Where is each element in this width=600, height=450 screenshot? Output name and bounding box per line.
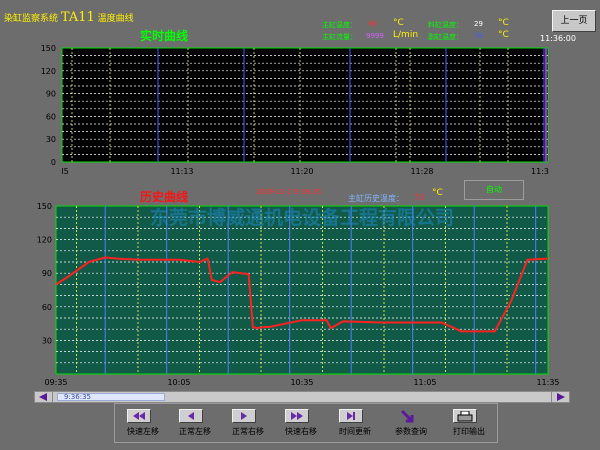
scroll-left-arrow-icon[interactable] [35,392,53,402]
printer-icon [453,409,477,423]
fast-left-button[interactable]: 快速左移 [115,406,171,440]
app-title-cn: 染缸监察系统 [4,14,59,24]
realtime-x-tick: I5 [61,167,68,176]
history-y-tick: 90 [42,269,52,278]
history-x-tick: 09:35 [44,378,67,387]
scroll-right-arrow-icon[interactable] [551,392,569,402]
param-query-label: 参数查询 [395,427,427,436]
print-output-label: 打印输出 [453,427,485,436]
main-temp-unit: °C [393,18,404,28]
realtime-plot-area [61,47,549,163]
main-flow-unit: L/min [393,30,419,40]
history-y-tick: 120 [37,236,52,245]
realtime-x-tick: 11:20 [290,167,313,176]
realtime-chart: 150 120 90 60 30 0 I5 11:13 11:20 11:28 11:3 [41,44,549,176]
main-flow-value: 9999 [366,32,384,40]
fast-forward-icon [285,409,309,423]
aux-temp-value: 78 [474,32,483,40]
scroll-thumb[interactable]: 9:36:35 [57,393,165,401]
normal-right-button[interactable]: 正常右移 [220,406,276,440]
time-update-button[interactable]: 时间更新 [327,406,383,440]
history-x-tick: 10:05 [167,378,190,387]
aux-temp-label: 副缸温度： [428,33,463,41]
history-y-tick: 60 [42,303,52,312]
history-datetime: 2009-11-2 9:36:35 [256,188,322,196]
history-x-tick: 11:05 [413,378,436,387]
main-flow-label: 主缸流量： [322,33,357,41]
realtime-y-tick: 0 [51,158,56,167]
realtime-y-tick: 150 [41,44,56,53]
material-temp-label: 料缸温度： [428,21,463,29]
step-left-icon [179,409,203,423]
app-title: 染缸监察系统 TA11 温度曲线 [4,10,134,25]
history-y-tick: 30 [42,336,52,345]
history-x-tick: 10:35 [290,378,313,387]
realtime-x-tick: 11:13 [170,167,193,176]
app-title-model: TA11 [60,10,95,25]
realtime-y-tick: 60 [46,112,56,121]
history-y-tick: 150 [37,202,52,211]
realtime-y-tick: 120 [41,67,56,76]
pointer-arrow-icon [395,409,419,423]
time-update-label: 时间更新 [339,427,371,436]
normal-left-button[interactable]: 正常左移 [167,406,223,440]
auto-button[interactable]: 自动 [464,180,524,200]
prev-page-button[interactable]: 上一页 [552,10,596,32]
print-output-button[interactable]: 打印输出 [441,406,497,440]
app-title-suffix: 温度曲线 [97,14,134,24]
scroll-thumb-label: 9:36:35 [64,393,91,401]
history-chart: 东莞市博威通机电设备工程有限公司 150 120 90 60 30 09:35 10:05… [37,202,560,387]
fast-left-label: 快速左移 [127,427,159,436]
fast-right-button[interactable]: 快速右移 [273,406,329,440]
realtime-y-tick: 30 [46,135,56,144]
material-temp-value: 29 [474,20,483,28]
material-temp-unit: °C [498,18,509,28]
param-query-button[interactable]: 参数查询 [383,406,439,440]
normal-left-label: 正常左移 [179,427,211,436]
toolbar: 快速左移 正常左移 正常右移 快速右移 时间更新 参数查询 打印输出 [114,403,498,443]
main-temp-label: 主缸温度： [322,21,357,29]
fast-rewind-icon [127,409,151,423]
history-x-tick: 11:35 [536,378,559,387]
fast-right-label: 快速右移 [285,427,317,436]
normal-right-label: 正常右移 [232,427,264,436]
aux-temp-unit: °C [498,30,509,40]
watermark-text: 东莞市博威通机电设备工程有限公司 [150,206,454,229]
realtime-y-tick: 90 [46,90,56,99]
realtime-x-tick: 11:28 [410,167,433,176]
time-scrollbar[interactable]: 9:36:35 [34,391,570,403]
history-temp-unit: °C [432,188,443,198]
main-temp-value: 98 [368,20,377,28]
skip-end-icon [339,409,363,423]
realtime-x-tick: 11:3 [531,167,549,176]
step-right-icon [232,409,256,423]
